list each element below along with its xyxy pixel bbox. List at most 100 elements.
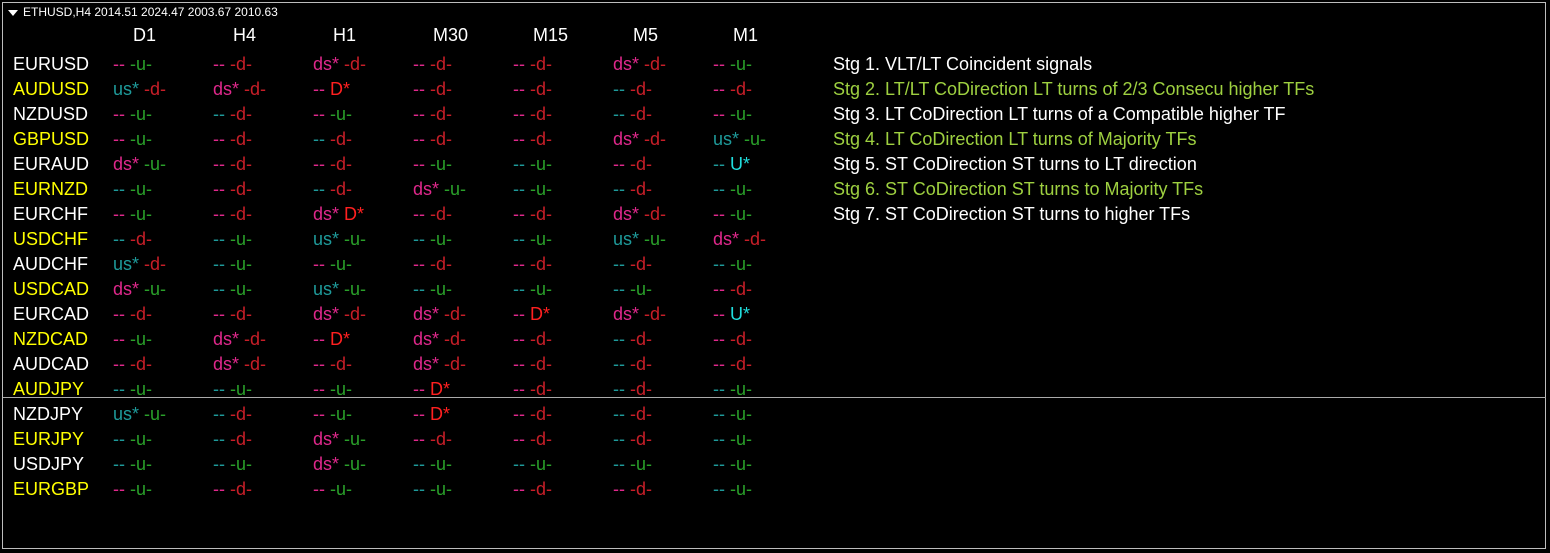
- signal-cell-eurgbp-m15: -- -d-: [513, 479, 552, 500]
- signal-direction: -u-: [430, 279, 453, 299]
- signal-cell-audusd-m1: -- -d-: [713, 79, 752, 100]
- signal-cell-usdchf-h4: -- -u-: [213, 229, 252, 250]
- signal-cell-gbpusd-d1: -- -u-: [113, 129, 152, 150]
- signal-direction: -u-: [730, 254, 753, 274]
- signal-cell-eurusd-m5: ds* -d-: [613, 54, 666, 75]
- signal-direction: -u-: [330, 379, 353, 399]
- signal-prefix: --: [613, 79, 625, 99]
- signal-prefix: --: [613, 254, 625, 274]
- signal-direction: -d-: [430, 79, 453, 99]
- signal-cell-audchf-m30: -- -d-: [413, 254, 452, 275]
- signal-cell-audcad-h4: ds* -d-: [213, 354, 266, 375]
- signal-cell-audusd-m30: -- -d-: [413, 79, 452, 100]
- signal-cell-nzdusd-m15: -- -d-: [513, 104, 552, 125]
- window-title[interactable]: ETHUSD,H4 2014.51 2024.47 2003.67 2010.6…: [8, 5, 278, 19]
- signal-prefix: --: [113, 179, 125, 199]
- signal-direction: -d-: [530, 254, 553, 274]
- signal-direction: -d-: [330, 179, 353, 199]
- symbol-eurnzd: EURNZD: [13, 179, 88, 199]
- signal-cell-eurchf-h1: ds* D*: [313, 204, 364, 225]
- signal-direction: -u-: [130, 129, 153, 149]
- signal-cell-eurcad-h1: ds* -d-: [313, 304, 366, 325]
- signal-prefix: --: [513, 229, 525, 249]
- signal-direction: -u-: [230, 379, 253, 399]
- signal-prefix: --: [213, 104, 225, 124]
- signal-direction: -d-: [630, 254, 653, 274]
- signal-direction: -d-: [630, 329, 653, 349]
- symbol-nzdjpy: NZDJPY: [13, 404, 84, 424]
- signal-direction: -u-: [130, 329, 153, 349]
- signal-prefix: --: [613, 279, 625, 299]
- signal-prefix: --: [713, 429, 725, 449]
- signal-cell-audchf-h1: -- -u-: [313, 254, 352, 275]
- signal-direction: -d-: [444, 354, 467, 374]
- signal-cell-nzdjpy-m1: -- -u-: [713, 404, 752, 425]
- signal-direction: -d-: [444, 304, 467, 324]
- signal-direction: -d-: [530, 104, 553, 124]
- signal-prefix: --: [113, 379, 125, 399]
- signal-cell-usdcad-m1: -- -d-: [713, 279, 752, 300]
- signal-cell-nzdcad-m5: -- -d-: [613, 329, 652, 350]
- signal-prefix: ds*: [413, 329, 440, 349]
- signal-prefix: --: [713, 454, 725, 474]
- signal-prefix: --: [513, 79, 525, 99]
- signal-direction: -u-: [330, 104, 353, 124]
- signal-cell-eurnzd-m1: -- -u-: [713, 179, 752, 200]
- signal-prefix: --: [613, 379, 625, 399]
- signal-direction: -d-: [130, 354, 153, 374]
- signal-cell-eurchf-m5: ds* -d-: [613, 204, 666, 225]
- signal-direction: -d-: [244, 354, 267, 374]
- signal-cell-audcad-m30: ds* -d-: [413, 354, 466, 375]
- signal-prefix: --: [213, 379, 225, 399]
- signal-direction: -d-: [530, 404, 553, 424]
- signal-prefix: --: [513, 129, 525, 149]
- signal-prefix: --: [313, 379, 325, 399]
- signal-prefix: --: [713, 354, 725, 374]
- strategy-label-5: Stg 5. ST CoDirection ST turns to LT dir…: [833, 154, 1197, 174]
- signal-prefix: --: [713, 479, 725, 499]
- signal-prefix: --: [113, 304, 125, 324]
- signal-cell-nzdjpy-m5: -- -d-: [613, 404, 652, 425]
- symbol-usdcad: USDCAD: [13, 279, 90, 299]
- signal-direction: -u-: [730, 404, 753, 424]
- signal-prefix: --: [413, 379, 425, 399]
- collapse-triangle-icon[interactable]: [8, 9, 18, 16]
- signal-direction: -u-: [230, 229, 253, 249]
- signal-direction: -u-: [130, 479, 153, 499]
- signal-direction: -d-: [530, 79, 553, 99]
- signal-cell-usdjpy-h4: -- -u-: [213, 454, 252, 475]
- signal-prefix: us*: [113, 79, 140, 99]
- signal-prefix: --: [113, 329, 125, 349]
- signal-cell-usdjpy-d1: -- -u-: [113, 454, 152, 475]
- signal-prefix: --: [113, 354, 125, 374]
- symbol-audusd: AUDUSD: [13, 79, 90, 99]
- signal-direction: -d-: [230, 179, 253, 199]
- signal-direction: -d-: [630, 479, 653, 499]
- signal-prefix: --: [413, 404, 425, 424]
- signal-cell-eurjpy-d1: -- -u-: [113, 429, 152, 450]
- signal-prefix: ds*: [613, 304, 640, 324]
- signal-prefix: --: [513, 54, 525, 74]
- signal-cell-usdchf-m1: ds* -d-: [713, 229, 766, 250]
- signal-direction: -u-: [144, 279, 167, 299]
- symbol-eurcad: EURCAD: [13, 304, 90, 324]
- signal-cell-usdcad-m15: -- -u-: [513, 279, 552, 300]
- strategy-label-1: Stg 1. VLT/LT Coincident signals: [833, 54, 1093, 74]
- signal-direction: -d-: [630, 354, 653, 374]
- signal-direction: -d-: [630, 154, 653, 174]
- strategy-label-3: Stg 3. LT CoDirection LT turns of a Comp…: [833, 104, 1286, 124]
- signal-cell-eurgbp-d1: -- -u-: [113, 479, 152, 500]
- signal-cell-euraud-m1: -- U*: [713, 154, 750, 175]
- signal-direction: U*: [730, 304, 751, 324]
- signal-cell-nzdusd-m30: -- -d-: [413, 104, 452, 125]
- signal-direction: -u-: [644, 229, 667, 249]
- signal-direction: -d-: [130, 229, 153, 249]
- signal-cell-eurusd-h1: ds* -d-: [313, 54, 366, 75]
- signal-cell-audcad-h1: -- -d-: [313, 354, 352, 375]
- signal-prefix: --: [513, 404, 525, 424]
- signal-prefix: --: [213, 479, 225, 499]
- signal-cell-eurchf-h4: -- -d-: [213, 204, 252, 225]
- price-level-line[interactable]: [3, 397, 1546, 398]
- signal-direction: -u-: [730, 479, 753, 499]
- signal-direction: -d-: [530, 329, 553, 349]
